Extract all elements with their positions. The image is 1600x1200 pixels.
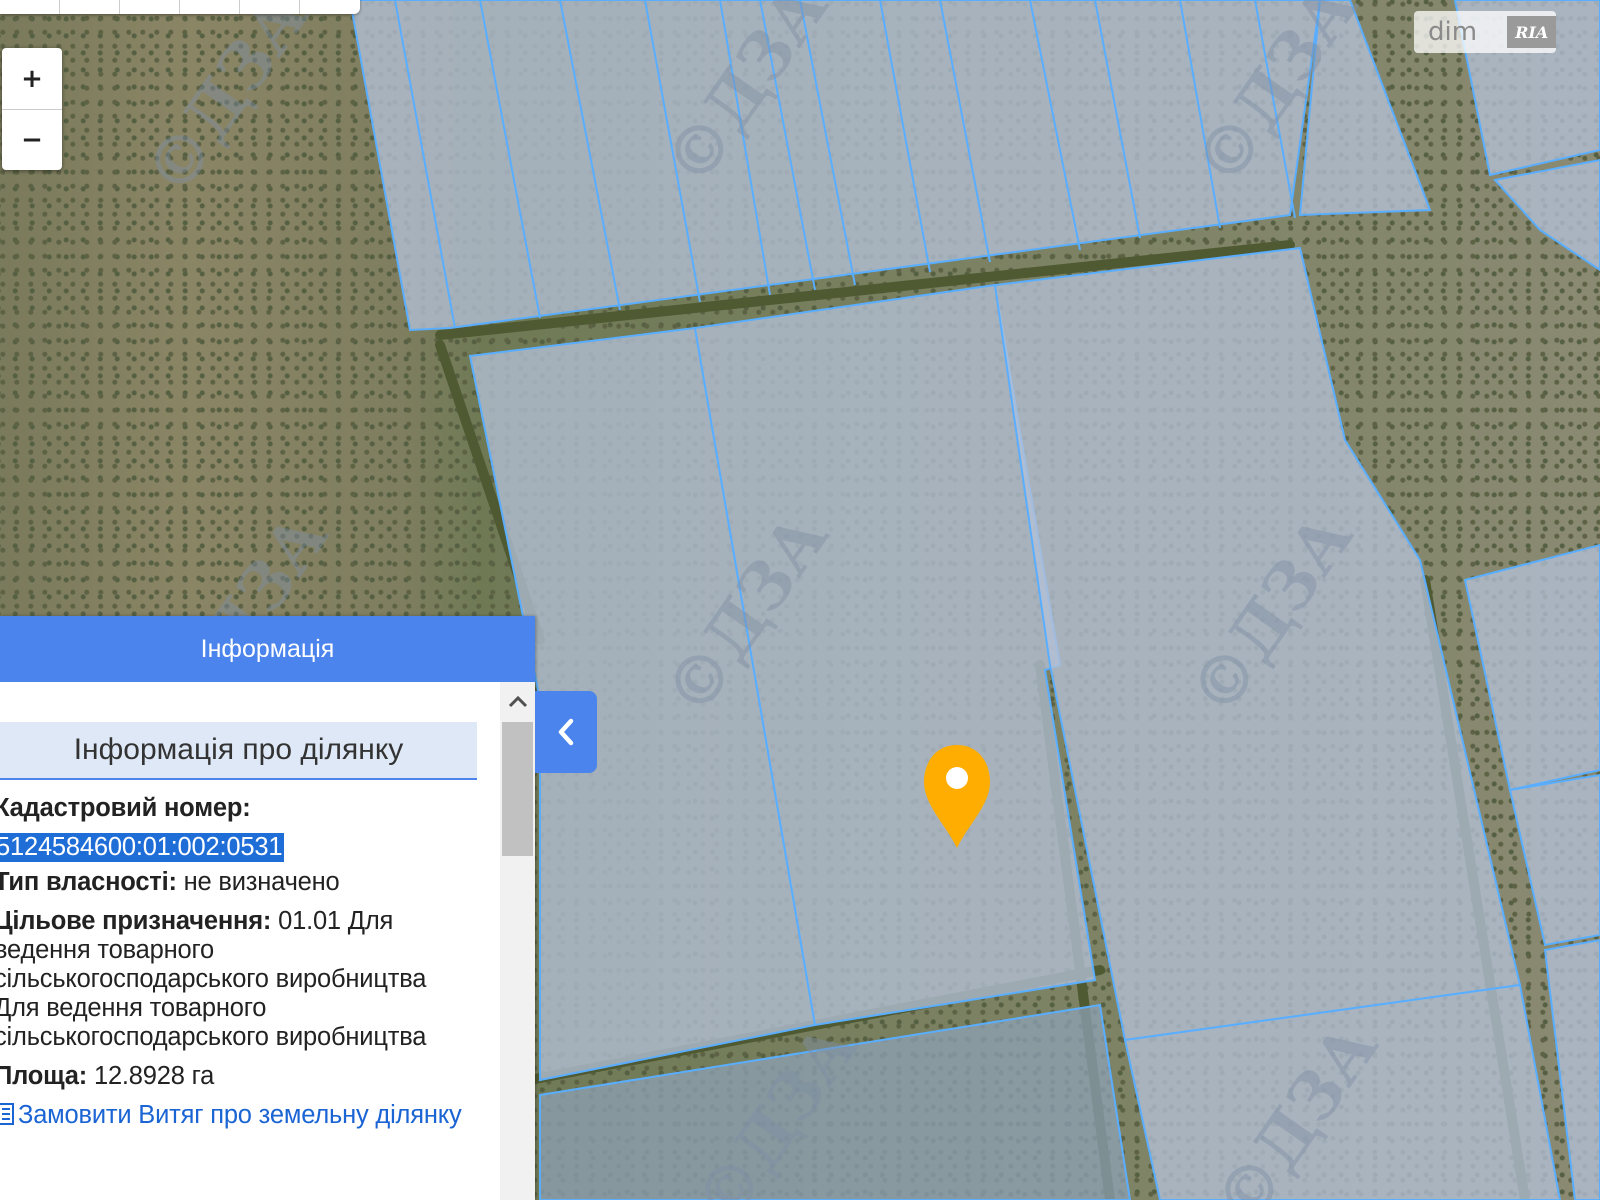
info-panel-content[interactable]: Інформація про ділянку Кадастровий номер… [0, 682, 500, 1200]
toolbar-tool-button[interactable] [180, 0, 240, 14]
list-icon [0, 1103, 14, 1125]
ownership-label: Тип власності: [0, 868, 177, 896]
logo-ria-badge: RIA [1507, 16, 1556, 48]
order-extract-link-text[interactable]: Замовити Витяг про земельну ділянку [18, 1101, 462, 1129]
cadastral-number-label: Кадастровий номер: [0, 794, 251, 822]
parcel[interactable] [1493, 158, 1600, 272]
parcel-info-body: Кадастровий номер: 5124584600:01:002:053… [0, 794, 474, 1130]
area-label: Площа: [0, 1062, 88, 1090]
scroll-up-arrow-icon[interactable] [500, 682, 535, 720]
map-toolbar [0, 0, 360, 14]
area-value: 12.8928 га [87, 1062, 215, 1090]
zoom-in-button[interactable]: + [2, 48, 62, 110]
zoom-out-button[interactable]: − [2, 110, 62, 170]
area-row: Площа: 12.8928 га [0, 1062, 474, 1091]
parcel-info-title: Інформація про ділянку [0, 722, 477, 780]
dim-ria-logo: dim RIA [1414, 11, 1556, 53]
scrollbar-thumb[interactable] [502, 722, 533, 856]
parcel[interactable] [1508, 773, 1600, 947]
toolbar-tool-button[interactable] [0, 0, 60, 14]
toolbar-tool-button[interactable] [120, 0, 180, 14]
zoom-control: + − [2, 48, 62, 170]
ownership-row: Тип власності: не визначено [0, 868, 474, 897]
info-panel-scrollbar[interactable] [500, 682, 535, 1200]
ownership-value: не визначено [176, 868, 340, 896]
cadastral-number-value[interactable]: 5124584600:01:002:0531 [0, 833, 285, 862]
parcel[interactable] [1463, 543, 1600, 792]
info-panel-header: Інформація [0, 616, 535, 682]
purpose-label: Цільове призначення: [0, 907, 272, 935]
info-panel: Інформація Інформація про ділянку Кадаст… [0, 616, 535, 1200]
collapse-panel-button[interactable] [535, 691, 597, 773]
toolbar-tool-button[interactable] [60, 0, 120, 14]
toolbar-tool-button[interactable] [300, 0, 360, 14]
order-extract-link[interactable]: Замовити Витяг про земельну ділянку [0, 1101, 474, 1130]
logo-dim-text: dim [1428, 17, 1478, 47]
watermark: ©ДЗА [129, 0, 323, 209]
toolbar-tool-button[interactable] [240, 0, 300, 14]
cadastral-number-row: Кадастровий номер: 5124584600:01:002:053… [0, 794, 474, 862]
purpose-row: Цільове призначення: 01.01 Для ведення т… [0, 907, 474, 1052]
chevron-left-icon [558, 718, 574, 746]
